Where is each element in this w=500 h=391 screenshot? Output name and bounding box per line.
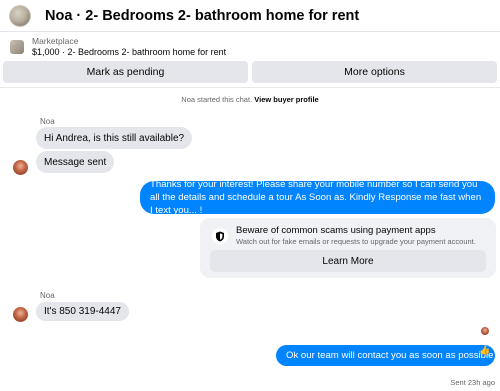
outgoing-message[interactable]: Thanks for your interest! Please share y… — [140, 179, 495, 216]
listing-thumbnail[interactable] — [10, 40, 24, 54]
incoming-message[interactable]: Message sent — [36, 151, 115, 173]
incoming-message[interactable]: It's 850 319-4447 — [36, 302, 129, 321]
listing-category: Marketplace — [32, 36, 79, 46]
listing-actions: Mark as pending More options — [0, 61, 500, 85]
shield-icon — [212, 228, 228, 244]
buyer-avatar[interactable] — [13, 160, 28, 175]
listing-text: Marketplace $1,000 · 2- Bedrooms 2- bath… — [32, 36, 226, 58]
sent-status: Sent 23h ago — [450, 378, 495, 387]
outgoing-message[interactable]: Ok our team will contact you as soon as … — [276, 345, 495, 366]
outgoing-message-text: Ok our team will contact you as soon as … — [286, 350, 494, 361]
buyer-avatar[interactable] — [13, 307, 28, 322]
listing-avatar[interactable] — [9, 4, 31, 27]
warning-subtitle: Watch out for fake emails or requests to… — [236, 237, 476, 246]
chat-start-notice: Noa started this chat. View buyer profil… — [0, 95, 500, 104]
divider — [0, 87, 500, 88]
sender-name: Noa — [40, 117, 55, 126]
sender-name: Noa — [40, 291, 55, 300]
warning-title: Beware of common scams using payment app… — [236, 225, 436, 236]
scam-warning-card: Beware of common scams using payment app… — [200, 218, 496, 278]
seen-avatar — [481, 327, 489, 335]
thumbs-up-icon: 👍 — [479, 345, 491, 355]
mark-as-pending-button[interactable]: Mark as pending — [3, 61, 248, 83]
notice-text: Noa started this chat. — [181, 95, 253, 104]
listing-summary[interactable]: $1,000 · 2- Bedrooms 2- bathroom home fo… — [32, 47, 226, 58]
learn-more-button[interactable]: Learn More — [210, 250, 486, 272]
chat-title[interactable]: Noa · 2- Bedrooms 2- bathroom home for r… — [45, 8, 359, 24]
more-options-button[interactable]: More options — [252, 61, 497, 83]
view-buyer-profile-link[interactable]: View buyer profile — [254, 95, 318, 104]
incoming-message[interactable]: Hi Andrea, is this still available? — [36, 127, 193, 149]
chat-header: Noa · 2- Bedrooms 2- bathroom home for r… — [0, 0, 500, 32]
listing-info[interactable]: Marketplace $1,000 · 2- Bedrooms 2- bath… — [0, 33, 500, 61]
